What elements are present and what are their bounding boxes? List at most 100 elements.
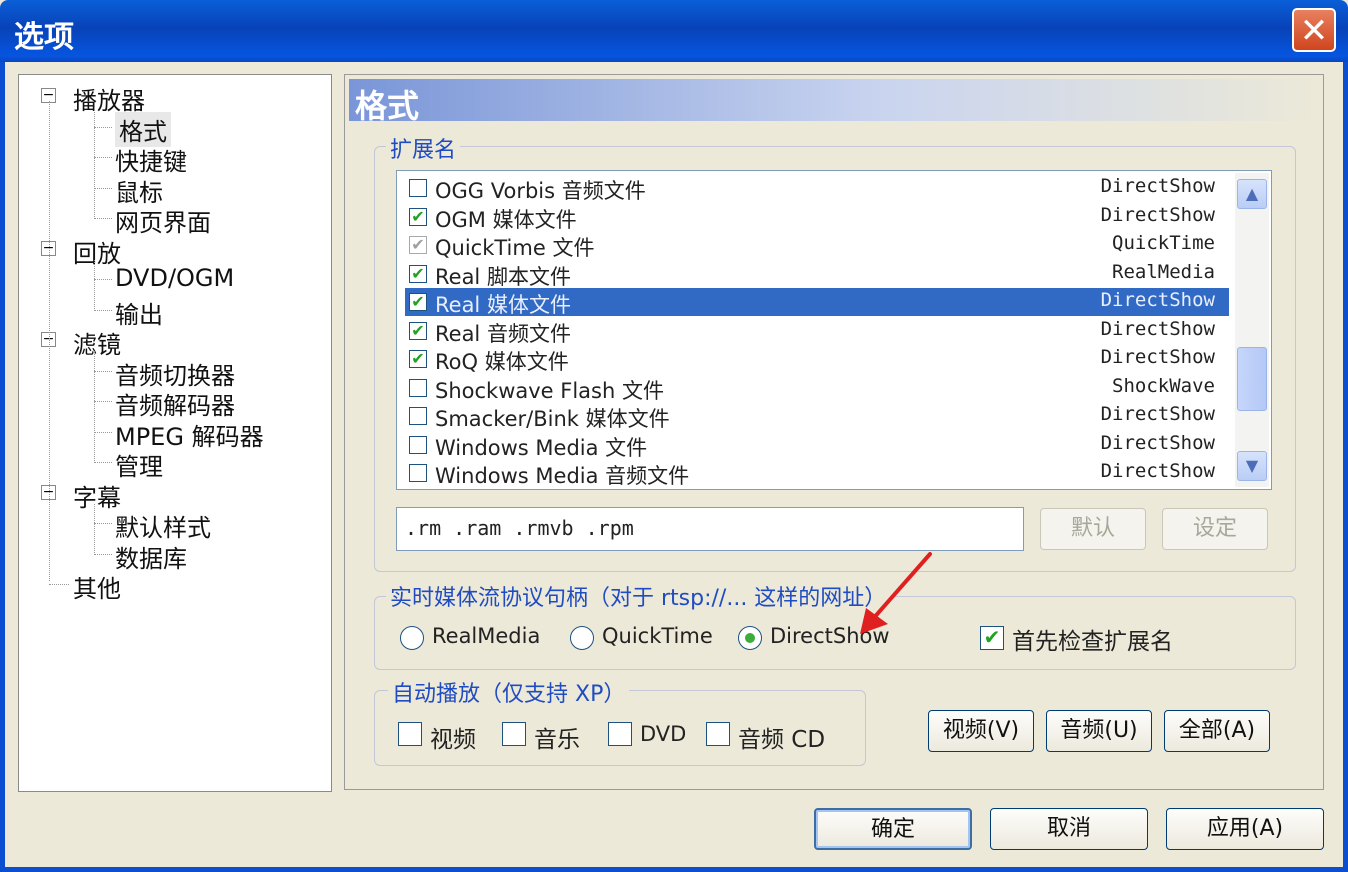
tree-item[interactable]: 数据库 [115,539,187,574]
annotation-arrow-icon [860,552,932,634]
extensions-input[interactable]: .rm .ram .rmvb .rpm [396,507,1024,551]
tree-item[interactable]: DVD/OGM [115,264,234,292]
autoplay-all-button[interactable]: 全部(A) [1164,710,1270,752]
extension-row[interactable]: Shockwave Flash 文件 ShockWave [405,374,1229,403]
extension-handler: DirectShow [1100,403,1215,425]
extension-checkbox[interactable] [409,435,427,454]
tree-connector [94,157,112,158]
extension-name: Real 媒体文件 [435,293,571,317]
close-button[interactable]: ✕ [1292,8,1336,52]
extension-name: Windows Media 文件 [435,435,648,460]
autoplay-audiocd-checkbox[interactable] [706,722,730,746]
autoplay-video-button[interactable]: 视频(V) [928,710,1034,752]
chevron-down-icon: ▼ [1245,456,1259,475]
extension-checkbox[interactable] [409,464,427,482]
tree-branch-line [94,259,95,311]
extension-handler: DirectShow [1100,346,1215,368]
extension-checkbox[interactable]: ✔ [409,321,427,340]
extension-checkbox[interactable]: ✔ [409,236,427,254]
extension-checkbox[interactable]: ✔ [409,264,427,283]
tree-connector [94,553,112,555]
radio-realmedia-label: RealMedia [432,624,541,648]
radio-quicktime-label: QuickTime [602,624,713,648]
extension-handler: DirectShow [1100,317,1215,340]
extension-row[interactable]: ✔ Real 脚本文件 RealMedia [405,260,1229,289]
autoplay-audio-button[interactable]: 音频(U) [1046,710,1152,752]
scroll-up-button[interactable]: ▲ [1237,179,1267,209]
extension-row[interactable]: Smacker/Bink 媒体文件 DirectShow [405,402,1229,431]
radio-directshow[interactable] [738,626,762,650]
set-button[interactable]: 设定 [1162,508,1268,550]
extension-handler: DirectShow [1100,203,1215,226]
default-button[interactable]: 默认 [1040,508,1146,550]
close-icon: ✕ [1299,11,1329,51]
extension-name: RoQ 媒体文件 [435,350,569,374]
chevron-up-icon: ▲ [1245,184,1259,203]
tree-connector [94,279,112,280]
extension-handler: DirectShow [1100,289,1215,311]
extension-row[interactable]: ✔ Real 音频文件 DirectShow [405,317,1229,346]
autoplay-music-label: 音乐 [534,727,580,753]
apply-button[interactable]: 应用(A) [1166,808,1324,850]
window-frame-bottom [0,867,1348,872]
tree-connector [49,584,69,585]
tree-branch-line [94,351,95,463]
scroll-thumb[interactable] [1237,347,1267,411]
extension-row[interactable]: OGG Vorbis 音频文件 DirectShow [405,174,1229,203]
radio-realmedia[interactable] [400,626,424,650]
autoplay-dvd-checkbox[interactable] [608,722,632,746]
extension-row[interactable]: ✔ QuickTime 文件 QuickTime [405,231,1229,260]
tree-connector [94,523,112,524]
autoplay-video-checkbox[interactable] [398,722,422,746]
tree-branch-line [94,503,95,555]
extension-name: OGM 媒体文件 [435,207,577,232]
cancel-button[interactable]: 取消 [990,808,1148,850]
options-tree[interactable]: − 播放器 格式 快捷键 鼠标 网页界面 − 回放 DVD/OGM 输出 − 滤镜 音频切换器 音频解码器… [18,74,332,792]
extension-row[interactable]: ✔ Real 媒体文件 DirectShow [405,288,1229,317]
extension-checkbox[interactable] [409,378,427,397]
ok-button[interactable]: 确定 [814,808,972,850]
extension-checkbox[interactable]: ✔ [409,293,427,311]
tree-item[interactable]: 其他 [73,569,121,604]
streaming-group-label: 实时媒体流协议句柄（对于 rtsp://... 这样的网址） [386,580,891,612]
extension-row[interactable]: Windows Media 文件 DirectShow [405,431,1229,460]
extension-checkbox[interactable] [409,407,427,425]
extension-handler: DirectShow [1100,460,1215,482]
extension-checkbox[interactable]: ✔ [409,350,427,368]
extension-handler: DirectShow [1100,431,1215,454]
extensions-list[interactable]: Windows Media 音频文件 DirectShow Windows Medi… [396,170,1272,490]
extension-handler: ShockWave [1112,374,1215,397]
check-extension-first-checkbox[interactable]: ✔ [980,626,1004,650]
extension-checkbox[interactable]: ✔ [409,207,427,226]
extensions-group-label: 扩展名 [386,132,461,164]
autoplay-dvd-label: DVD [640,722,687,746]
tree-connector [94,370,112,372]
scroll-down-button[interactable]: ▼ [1237,451,1267,481]
extension-name: QuickTime 文件 [435,236,595,260]
window-title: 选项 [14,20,74,55]
list-scrollbar[interactable]: ▲ ▼ [1235,173,1269,487]
extension-name: Windows Media 音频文件 [435,464,690,488]
extension-handler: RealMedia [1112,260,1215,283]
extension-row[interactable]: ✔ OGM 媒体文件 DirectShow [405,203,1229,232]
extension-checkbox[interactable] [409,179,427,197]
window-frame-right [1343,62,1348,872]
panel-title: 格式 [355,87,420,125]
extension-name: Real 音频文件 [435,321,571,346]
autoplay-music-checkbox[interactable] [502,722,526,746]
tree-item[interactable]: 输出 [115,295,163,330]
tree-item[interactable]: 网页界面 [115,203,211,238]
tree-root-line [49,101,50,581]
extension-row[interactable]: ✔ RoQ 媒体文件 DirectShow [405,345,1229,374]
tree-item[interactable]: 滤镜 [73,325,121,360]
extension-name: Smacker/Bink 媒体文件 [435,407,670,431]
tree-item[interactable]: 管理 [115,447,163,482]
tree-item[interactable]: 回放 [73,234,121,269]
tree-item[interactable]: 字幕 [73,478,121,513]
extension-row[interactable]: Windows Media 音频文件 DirectShow [405,459,1229,488]
title-bar[interactable]: 选项 ✕ [0,0,1348,62]
autoplay-audiocd-label: 音频 CD [738,727,826,753]
check-extension-first-label: 首先检查扩展名 [1012,629,1173,655]
radio-quicktime[interactable] [570,626,594,650]
extension-handler: QuickTime [1112,232,1215,254]
